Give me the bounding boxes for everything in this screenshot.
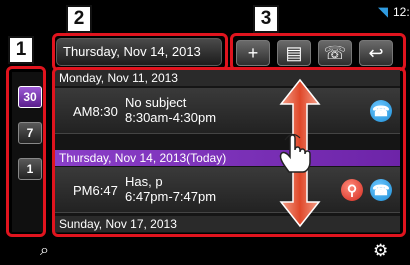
back-icon: ↩ — [368, 43, 384, 63]
bottom-bar: ⌕ ⚙ — [0, 238, 410, 265]
search-icon[interactable]: ⌕ — [40, 242, 49, 260]
current-date-display[interactable]: Thursday, Nov 14, 2013 — [56, 38, 222, 66]
list-frame — [52, 67, 406, 237]
gear-icon[interactable]: ⚙ — [373, 241, 388, 261]
wifi-icon: ◥ — [378, 4, 388, 19]
sidebar-buttons: 30 7 1 — [12, 72, 45, 232]
callout-1: 1 — [8, 36, 34, 64]
call-button[interactable]: ☏ — [318, 40, 352, 66]
add-button[interactable]: + — [236, 40, 270, 66]
day-view-button[interactable]: 1 — [18, 158, 42, 180]
calendar-view-button[interactable]: ▤ — [277, 40, 311, 66]
callout-2: 2 — [66, 5, 92, 33]
back-button[interactable]: ↩ — [359, 40, 393, 66]
month-view-button[interactable]: 30 — [18, 86, 42, 108]
callout-3: 3 — [253, 5, 279, 33]
status-bar: ◥ 12:11 — [300, 0, 410, 24]
clock: 12:11 — [393, 5, 410, 19]
phone-icon: ☏ — [323, 43, 347, 63]
calendar-icon: ▤ — [285, 43, 303, 63]
week-view-button[interactable]: 7 — [18, 122, 42, 144]
plus-icon: + — [247, 43, 259, 63]
